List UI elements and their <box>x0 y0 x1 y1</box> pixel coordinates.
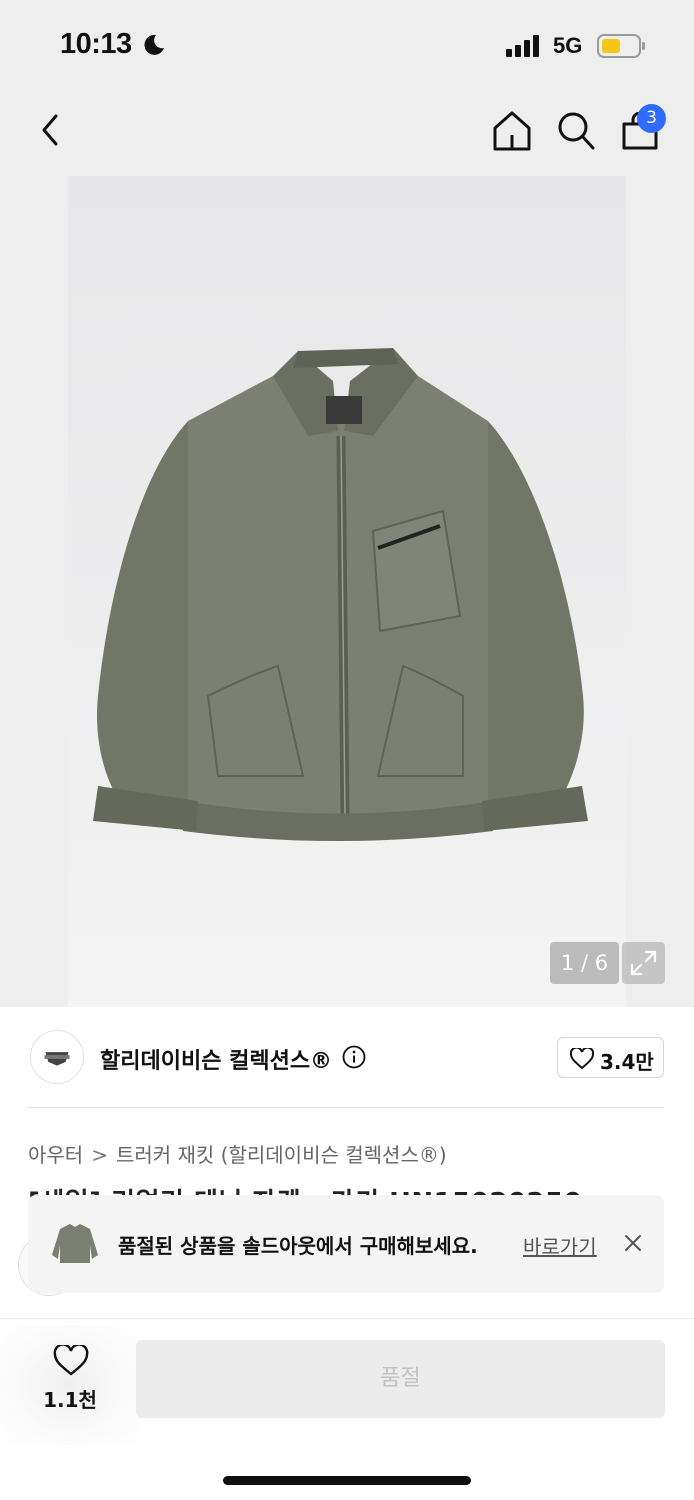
soldout-button[interactable]: 품절 <box>136 1340 665 1418</box>
status-time: 10:13 <box>60 28 132 60</box>
chevron-right-icon: > <box>91 1143 108 1167</box>
divider <box>28 1107 664 1108</box>
toast-message: 품절된 상품을 솔드아웃에서 구매해보세요. <box>118 1234 478 1258</box>
signal-icon <box>506 35 539 57</box>
battery-icon <box>597 34 645 58</box>
network-label: 5G <box>553 33 583 58</box>
brand-like-count: 3.4만 <box>600 1050 654 1074</box>
brand-logo[interactable] <box>30 1030 84 1084</box>
back-icon[interactable] <box>34 112 70 148</box>
heart-icon[interactable] <box>53 1345 89 1377</box>
close-icon[interactable] <box>622 1232 644 1254</box>
bottom-bar-divider <box>0 1318 694 1319</box>
home-indicator[interactable] <box>223 1476 471 1485</box>
breadcrumb-category[interactable]: 아우터 <box>28 1143 83 1167</box>
brand-like-button[interactable]: 3.4만 <box>557 1037 664 1078</box>
breadcrumb: 아우터 > 트러커 재킷 (할리데이비슨 컬렉션스®) <box>28 1139 447 1168</box>
soldout-toast: 품절된 상품을 솔드아웃에서 구매해보세요. 바로가기 <box>28 1195 664 1293</box>
product-image[interactable]: 1 / 6 <box>68 176 665 1007</box>
brand-name[interactable]: 할리데이비슨 컬렉션스® <box>100 1043 332 1075</box>
product-page: 10:13 5G 3 1 / 6 할리데이비슨 컬렉션스® 3.4만 아우터 >… <box>0 0 694 1500</box>
breadcrumb-subcategory[interactable]: 트러커 재킷 (할리데이비슨 컬렉션스®) <box>116 1143 447 1167</box>
toast-shortcut-link[interactable]: 바로가기 <box>523 1231 597 1260</box>
cart-count-badge: 3 <box>637 104 666 133</box>
heart-icon <box>570 1048 594 1070</box>
search-icon[interactable] <box>556 110 596 152</box>
moon-icon <box>144 34 164 55</box>
favorite-count: 1.1천 <box>43 1388 97 1412</box>
expand-icon[interactable] <box>622 942 665 984</box>
toast-product-thumbnail <box>46 1215 104 1273</box>
home-icon[interactable] <box>492 110 532 152</box>
jacket-image <box>93 348 588 841</box>
image-counter: 1 / 6 <box>550 942 619 984</box>
info-icon[interactable] <box>342 1045 366 1069</box>
status-bar: 10:13 5G <box>0 0 694 90</box>
